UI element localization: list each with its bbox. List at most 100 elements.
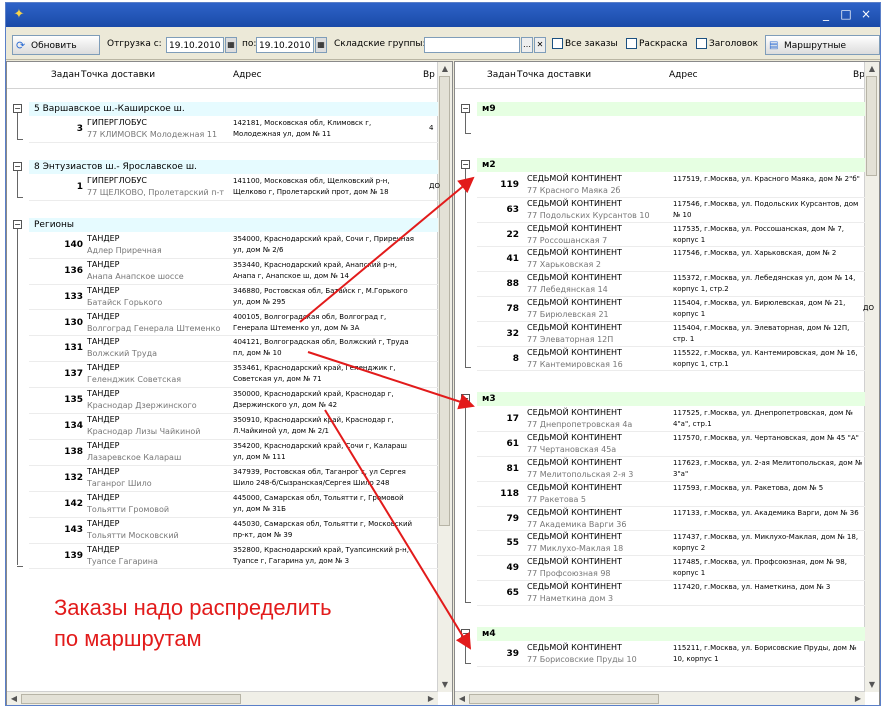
scroll-thumb[interactable] bbox=[439, 76, 450, 526]
column-order[interactable]: Задан bbox=[487, 70, 516, 80]
scroll-left-icon[interactable]: ◀ bbox=[8, 693, 20, 705]
table-row[interactable]: 138 ТАНДЕР Лазаревское Калараш 354200, Крас… bbox=[29, 439, 438, 466]
table-row[interactable]: 39 СЕДЬМОЙ КОНТИНЕНТ 77 Борисовские Пруды … bbox=[477, 641, 865, 667]
scroll-up-icon[interactable]: ▲ bbox=[866, 63, 878, 75]
table-row[interactable]: 132 ТАНДЕР Таганрог Шило 347939, Ростовская… bbox=[29, 465, 438, 492]
collapse-icon[interactable]: − bbox=[13, 161, 22, 171]
scroll-right-icon[interactable]: ▶ bbox=[852, 693, 864, 705]
date-to-input[interactable]: 19.10.2010 bbox=[256, 37, 314, 53]
clear-icon[interactable]: ✕ bbox=[534, 37, 546, 53]
group-header[interactable]: м9 bbox=[477, 102, 865, 116]
table-row[interactable]: 22 СЕДЬМОЙ КОНТИНЕНТ 77 Россошанская 7 1175… bbox=[477, 222, 865, 248]
table-row[interactable]: 119 СЕДЬМОЙ КОНТИНЕНТ 77 Красного Маяка 2б… bbox=[477, 172, 865, 198]
delivery-point-detail: 77 Бирюлевская 21 bbox=[527, 310, 609, 319]
table-row[interactable]: 143 ТАНДЕР Тольятти Московский 445030, Сама… bbox=[29, 517, 438, 544]
table-row[interactable]: 32 СЕДЬМОЙ КОНТИНЕНТ 77 Элеваторная 12П 115… bbox=[477, 321, 865, 347]
table-row[interactable]: 1 ГИПЕРГЛОБУС 77 ЩЕЛКОВО, Пролетарский п-т… bbox=[29, 174, 440, 201]
column-address[interactable]: Адрес bbox=[233, 70, 262, 80]
table-row[interactable]: 41 СЕДЬМОЙ КОНТИНЕНТ 77 Харьковская 2 11754… bbox=[477, 246, 865, 273]
delivery-point-detail: Таганрог Шило bbox=[87, 478, 152, 488]
order-number: 32 bbox=[506, 328, 519, 339]
maximize-button[interactable]: □ bbox=[838, 6, 854, 22]
address-cell: 350910, Краснодарский край, Краснодар г,… bbox=[233, 416, 394, 436]
order-number: 131 bbox=[64, 343, 83, 354]
scroll-right-icon[interactable]: ▶ bbox=[425, 693, 437, 705]
table-row[interactable]: 88 СЕДЬМОЙ КОНТИНЕНТ 77 Лебедянская 14 1153… bbox=[477, 271, 865, 297]
column-point[interactable]: Точка доставки bbox=[517, 70, 591, 80]
table-row[interactable]: 81 СЕДЬМОЙ КОНТИНЕНТ 77 Мелитопольская 2-я… bbox=[477, 456, 865, 482]
table-row[interactable]: 134 ТАНДЕР Краснодар Лизы Чайкиной 350910, … bbox=[29, 413, 438, 440]
address-cell: 353461, Краснодарский край, Геленджик г,… bbox=[233, 364, 396, 384]
table-row[interactable]: 133 ТАНДЕР Батайск Горького 346880, Ростовс… bbox=[29, 284, 438, 311]
table-row[interactable]: 140 ТАНДЕР Адлер Приречная 354000, Краснода… bbox=[29, 232, 438, 259]
toolbar: ⟳ Обновить Отгрузка с: 19.10.2010 ▦ по: … bbox=[6, 31, 880, 71]
table-row[interactable]: 118 СЕДЬМОЙ КОНТИНЕНТ 77 Ракетова 5 117593,… bbox=[477, 481, 865, 507]
table-row[interactable]: 139 ТАНДЕР Туапсе Гагарина 352800, Краснода… bbox=[29, 543, 438, 570]
all-orders-checkbox[interactable] bbox=[552, 38, 563, 49]
coloring-checkbox[interactable] bbox=[626, 38, 637, 49]
scroll-thumb[interactable] bbox=[21, 694, 241, 704]
table-row[interactable]: 8 СЕДЬМОЙ КОНТИНЕНТ 77 Кантемировская 16 11… bbox=[477, 346, 865, 372]
collapse-icon[interactable]: − bbox=[461, 160, 470, 169]
column-address[interactable]: Адрес bbox=[669, 70, 698, 80]
group-header[interactable]: Регионы bbox=[29, 217, 438, 232]
delivery-point-detail: Тольятти Московский bbox=[87, 530, 179, 540]
collapse-icon[interactable]: − bbox=[461, 104, 470, 113]
scroll-down-icon[interactable]: ▼ bbox=[866, 679, 878, 691]
vertical-scrollbar[interactable]: ▲ ▼ bbox=[437, 62, 452, 692]
scroll-down-icon[interactable]: ▼ bbox=[439, 679, 451, 691]
table-row[interactable]: 55 СЕДЬМОЙ КОНТИНЕНТ 77 Миклухо-Маклая 18 1… bbox=[477, 530, 865, 557]
scroll-up-icon[interactable]: ▲ bbox=[439, 63, 451, 75]
table-row[interactable]: 142 ТАНДЕР Тольятти Громовой 445000, Самарс… bbox=[29, 491, 438, 518]
horizontal-scrollbar[interactable]: ◀ ▶ bbox=[455, 691, 865, 705]
calendar-icon[interactable]: ▦ bbox=[315, 37, 327, 53]
select-button[interactable]: … bbox=[521, 37, 533, 53]
horizontal-scrollbar[interactable]: ◀ ▶ bbox=[7, 691, 438, 705]
order-number: 81 bbox=[506, 464, 519, 474]
table-row[interactable]: 131 ТАНДЕР Волжский Труда 404121, Волгоград… bbox=[29, 335, 438, 363]
table-row[interactable]: 79 СЕДЬМОЙ КОНТИНЕНТ 77 Академика Варги 36… bbox=[477, 506, 865, 532]
close-button[interactable]: × bbox=[858, 6, 874, 22]
collapse-icon[interactable]: − bbox=[461, 628, 470, 638]
warehouse-input[interactable] bbox=[424, 37, 520, 53]
collapse-icon[interactable]: − bbox=[461, 394, 470, 404]
collapse-icon[interactable]: − bbox=[13, 104, 22, 113]
table-row[interactable]: 63 СЕДЬМОЙ КОНТИНЕНТ 77 Подольских Курсант… bbox=[477, 197, 865, 223]
right-routes-table[interactable]: Задан Точка доставки Адрес Вр ▲ ▼ ◀ ▶ м9… bbox=[454, 61, 880, 705]
scroll-left-icon[interactable]: ◀ bbox=[456, 693, 468, 705]
calendar-icon[interactable]: ▦ bbox=[225, 37, 237, 53]
order-number: 134 bbox=[64, 421, 83, 432]
group-header[interactable]: м4 bbox=[477, 626, 865, 641]
delivery-point-detail: Геленджик Советская bbox=[87, 375, 182, 385]
delivery-point-detail: 77 Мелитопольская 2-я 3 bbox=[527, 470, 634, 479]
table-row[interactable]: 17 СЕДЬМОЙ КОНТИНЕНТ 77 Днепропетровская 4… bbox=[477, 406, 865, 433]
date-from-input[interactable]: 19.10.2010 bbox=[166, 37, 224, 53]
table-row[interactable]: 78 СЕДЬМОЙ КОНТИНЕНТ 77 Бирюлевская 21 1154… bbox=[477, 296, 874, 322]
scroll-thumb[interactable] bbox=[866, 76, 877, 176]
table-row[interactable]: 136 ТАНДЕР Анапа Анапское шоссе 353440, Кра… bbox=[29, 258, 438, 285]
minimize-button[interactable]: _ bbox=[818, 6, 834, 22]
group-header[interactable]: м2 bbox=[477, 158, 865, 172]
refresh-button[interactable]: ⟳ Обновить bbox=[12, 35, 100, 55]
collapse-icon[interactable]: − bbox=[13, 219, 22, 229]
table-row[interactable]: 49 СЕДЬМОЙ КОНТИНЕНТ 77 Профсоюзная 98 1174… bbox=[477, 555, 865, 581]
column-order[interactable]: Задан bbox=[51, 70, 80, 80]
group-header[interactable]: 5 Варшавское ш.-Каширское ш. bbox=[29, 102, 438, 116]
address-cell: 445000, Самарская обл, Тольятти г, Громо… bbox=[233, 493, 404, 513]
column-time[interactable]: Вр bbox=[423, 70, 435, 80]
table-row[interactable]: 135 ТАНДЕР Краснодар Дзержинского 350000, К… bbox=[29, 387, 438, 415]
group-header[interactable]: 8 Энтузиастов ш.- Ярославское ш. bbox=[29, 159, 438, 174]
table-row[interactable]: 3 ГИПЕРГЛОБУС 77 КЛИМОВСК Молодежная 11 142… bbox=[29, 116, 438, 143]
table-row[interactable]: 130 ТАНДЕР Волгоград Генерала Штеменко 4001… bbox=[29, 310, 438, 337]
table-row[interactable]: 65 СЕДЬМОЙ КОНТИНЕНТ 77 Наметкина дом 3 117… bbox=[477, 580, 865, 606]
table-row[interactable]: 61 СЕДЬМОЙ КОНТИНЕНТ 77 Чертановская 45а 11… bbox=[477, 431, 865, 457]
group-header[interactable]: м3 bbox=[477, 392, 865, 407]
order-number: 55 bbox=[506, 538, 519, 549]
title-checkbox[interactable] bbox=[696, 38, 707, 49]
column-point[interactable]: Точка доставки bbox=[81, 70, 155, 80]
table-row[interactable]: 137 ТАНДЕР Геленджик Советская 353461, Крас… bbox=[29, 361, 438, 389]
scroll-thumb[interactable] bbox=[469, 694, 659, 704]
delivery-point-name: ТАНДЕР bbox=[87, 441, 120, 450]
route-sheets-button[interactable]: ▤ Маршрутные листы bbox=[765, 35, 880, 71]
vertical-scrollbar[interactable]: ▲ ▼ bbox=[864, 62, 879, 692]
